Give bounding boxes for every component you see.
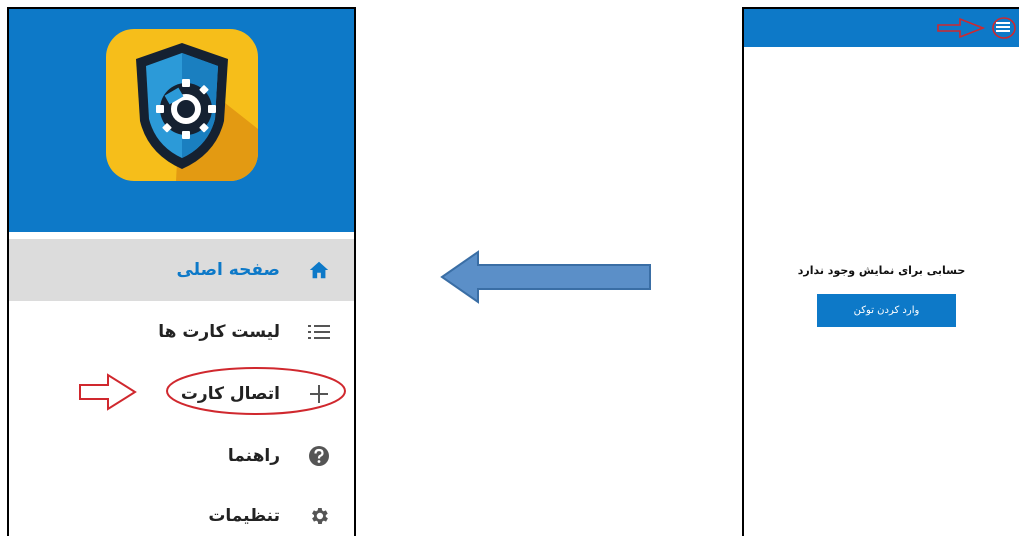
- menu-item-home[interactable]: صفحه اصلی: [9, 239, 354, 301]
- gear-icon: [304, 501, 334, 531]
- empty-state-message: حسابی برای نمایش وجود ندارد: [797, 264, 966, 277]
- drawer-header: [9, 9, 354, 232]
- navigation-drawer-screen: صفحه اصلی لیست کارت ها اتصال کارت راهنما: [7, 7, 356, 536]
- transition-arrow-icon: [440, 250, 651, 304]
- menu-icon: [996, 22, 1010, 32]
- menu-item-label: صفحه اصلی: [176, 260, 280, 280]
- help-icon: [304, 441, 334, 471]
- menu-item-label: راهنما: [227, 446, 280, 466]
- menu-item-help[interactable]: راهنما: [9, 425, 354, 487]
- list-icon: [304, 317, 334, 347]
- app-logo-icon: [106, 29, 258, 181]
- menu-item-label: تنظیمات: [208, 506, 280, 526]
- menu-item-label: لیست کارت ها: [158, 322, 280, 342]
- app-bar: [744, 9, 1019, 47]
- enter-token-button[interactable]: وارد کردن توکن: [817, 294, 956, 327]
- menu-item-label: اتصال کارت: [180, 384, 280, 404]
- home-icon: [304, 255, 334, 285]
- menu-item-settings[interactable]: تنظیمات: [9, 485, 354, 536]
- menu-item-card-list[interactable]: لیست کارت ها: [9, 301, 354, 363]
- hamburger-menu-button[interactable]: [991, 15, 1015, 39]
- main-screen: حسابی برای نمایش وجود ندارد وارد کردن تو…: [742, 7, 1019, 536]
- menu-item-connect-card[interactable]: اتصال کارت: [9, 363, 354, 425]
- plus-icon: [304, 379, 334, 409]
